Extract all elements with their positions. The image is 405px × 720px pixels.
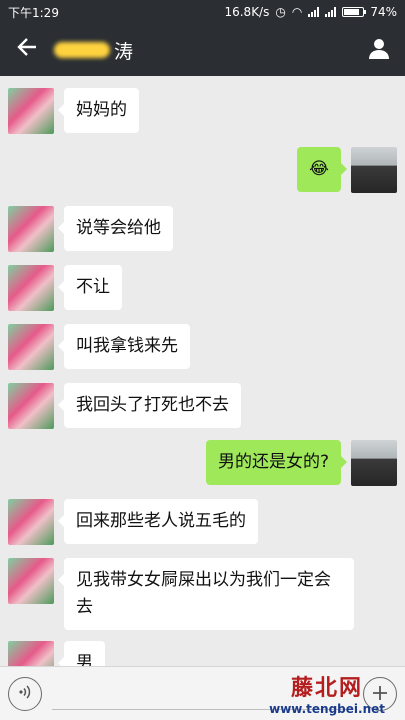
contact-info-button[interactable]: [353, 24, 405, 76]
status-time: 下午1:29: [8, 5, 59, 20]
message-bubble[interactable]: 男: [58, 641, 105, 666]
contact-avatar[interactable]: [8, 641, 54, 666]
message-bubble[interactable]: 回来那些老人说五毛的: [58, 499, 258, 544]
message-bubble[interactable]: 见我带女女屙屎出以为我们一定会去: [58, 558, 354, 630]
status-bar: 下午1:29 16.8K/s ◷ ◠ 74%: [0, 0, 405, 24]
plus-icon: [371, 681, 389, 707]
self-avatar[interactable]: [351, 440, 397, 486]
more-button[interactable]: [363, 676, 397, 711]
message-bubble[interactable]: 说等会给他: [58, 206, 173, 251]
chat-title: 涛: [54, 37, 353, 64]
title-suffix: 涛: [114, 40, 134, 63]
battery-icon: [342, 7, 367, 17]
alarm-icon: ◷: [275, 5, 286, 19]
voice-button[interactable]: [8, 676, 42, 711]
status-right: 16.8K/s ◷ ◠ 74%: [224, 5, 397, 19]
wifi-icon: ◠: [291, 5, 303, 19]
input-bar: [0, 666, 405, 720]
contact-avatar[interactable]: [8, 383, 54, 429]
contact-avatar[interactable]: [8, 324, 54, 370]
message-list[interactable]: 妈妈的 😂 说等会给他 不让 叫我拿钱来先 我回头了打死也不去 男的还是女的? …: [0, 76, 405, 666]
nav-bar: 涛: [0, 24, 405, 76]
battery-level: 74%: [370, 5, 397, 19]
message-bubble[interactable]: 男的还是女的?: [205, 440, 348, 485]
self-avatar[interactable]: [351, 147, 397, 193]
contact-avatar[interactable]: [8, 88, 54, 134]
contact-avatar[interactable]: [8, 499, 54, 545]
message-bubble[interactable]: 不让: [58, 265, 122, 310]
signal-icon: [308, 7, 320, 17]
contact-avatar[interactable]: [8, 558, 54, 604]
net-speed: 16.8K/s: [224, 5, 270, 19]
person-icon: [367, 36, 391, 64]
contact-avatar[interactable]: [8, 206, 54, 252]
message-bubble[interactable]: 叫我拿钱来先: [58, 324, 190, 369]
signal-icon-2: [325, 7, 337, 17]
message-bubble[interactable]: 😂: [297, 147, 347, 192]
back-button[interactable]: [0, 24, 54, 76]
voice-icon: [17, 684, 33, 704]
arrow-left-icon: [16, 35, 38, 65]
message-input[interactable]: [52, 678, 353, 710]
message-bubble[interactable]: 妈妈的: [58, 88, 139, 133]
contact-avatar[interactable]: [8, 265, 54, 311]
title-redacted: [54, 42, 110, 58]
message-bubble[interactable]: 我回头了打死也不去: [58, 383, 241, 428]
